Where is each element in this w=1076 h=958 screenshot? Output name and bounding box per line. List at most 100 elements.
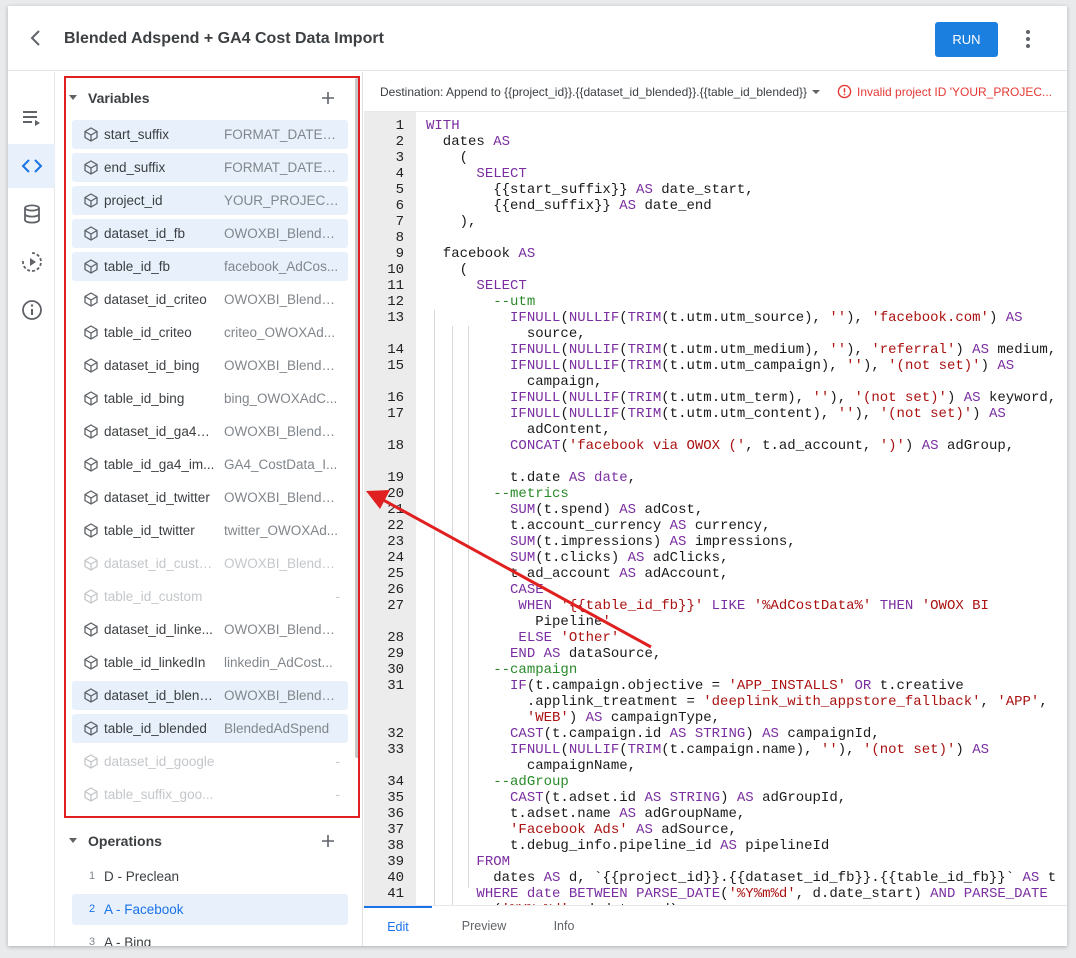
- code-line: source,: [426, 326, 586, 342]
- code-line: dates AS d, `{{project_id}}.{{dataset_id…: [426, 870, 1057, 886]
- line-number: 28: [387, 630, 404, 646]
- schedule-icon: [21, 252, 42, 272]
- code-editor[interactable]: 1 WITH 2 dates AS 3 (4 SELECT 5 {{start_suff…: [364, 112, 1067, 905]
- line-number: 20: [387, 486, 404, 502]
- variable-name: dataset_id_blend...: [104, 688, 216, 703]
- variable-value: OWOXBI_Blende...: [224, 424, 340, 439]
- code-line: t.adset.name AS adGroupName,: [426, 806, 746, 822]
- variable-name: table_id_ga4_im...: [104, 457, 215, 472]
- variable-row[interactable]: start_suffix FORMAT_DATE('...: [72, 120, 348, 149]
- variable-value: OWOXBI_Blende...: [224, 556, 340, 571]
- code-line: --adGroup: [426, 774, 569, 790]
- variable-row[interactable]: dataset_id_linke... OWOXBI_Blende...: [72, 615, 348, 644]
- variable-name: dataset_id_bing: [104, 358, 200, 373]
- code-line: --campaign: [426, 662, 578, 678]
- variable-value: BlendedAdSpend: [224, 721, 330, 736]
- code-line: CAST(t.campaign.id AS STRING) AS campaig…: [510, 726, 880, 742]
- variable-value: YOUR_PROJECT...: [224, 193, 340, 208]
- code-line: WHEN '{{table_id_fb}}' LIKE '%AdCostData…: [518, 598, 989, 614]
- variable-row[interactable]: table_suffix_goo... -: [72, 780, 348, 809]
- line-number: 24: [387, 550, 404, 566]
- variable-value: OWOXBI_Blende...: [224, 226, 340, 241]
- code-line: SUM(t.impressions) AS impressions,: [510, 534, 796, 550]
- variable-row[interactable]: dataset_id_twitter OWOXBI_Blende...: [72, 483, 348, 512]
- variables-section-header[interactable]: Variables: [56, 82, 362, 114]
- variable-row[interactable]: table_id_blended BlendedAdSpend: [72, 714, 348, 743]
- variable-cube-icon: [84, 721, 98, 736]
- variable-row[interactable]: table_id_ga4_im... GA4_CostData_I...: [72, 450, 348, 479]
- variable-row[interactable]: table_id_custom -: [72, 582, 348, 611]
- more-vert-icon[interactable]: [1016, 27, 1040, 51]
- line-number: 13: [387, 310, 404, 326]
- variable-row[interactable]: table_id_criteo criteo_OWOXAd...: [72, 318, 348, 347]
- variable-value: -: [335, 754, 341, 769]
- tab-edit[interactable]: Edit: [364, 906, 432, 946]
- rail-item-database[interactable]: [8, 192, 55, 236]
- variable-name: dataset_id_criteo: [104, 292, 207, 307]
- variable-row[interactable]: dataset_id_blend... OWOXBI_Blende...: [72, 681, 348, 710]
- rail-item-info[interactable]: [8, 288, 55, 332]
- variable-row[interactable]: table_id_bing bing_OWOXAdC...: [72, 384, 348, 413]
- code-line: IF(t.campaign.objective = 'APP_INSTALLS'…: [510, 678, 964, 694]
- variable-row[interactable]: dataset_id_criteo OWOXBI_Blende...: [72, 285, 348, 314]
- variable-cube-icon: [84, 622, 98, 637]
- destination-error: Invalid project ID 'YOUR_PROJEC...: [857, 85, 1053, 99]
- variable-name: table_id_twitter: [104, 523, 195, 538]
- code-line: .applink_treatment = 'deeplink_with_apps…: [426, 694, 1048, 710]
- line-number: 19: [387, 470, 404, 486]
- operation-row[interactable]: 3 A - Bing: [72, 927, 348, 946]
- variable-cube-icon: [84, 325, 98, 340]
- variable-name: table_id_criteo: [104, 325, 192, 340]
- variable-row[interactable]: table_id_linkedIn linkedin_AdCost...: [72, 648, 348, 677]
- line-number: 30: [387, 662, 404, 678]
- rail-item-schedule[interactable]: [8, 240, 55, 284]
- tab-preview[interactable]: Preview: [448, 906, 520, 946]
- line-number: 1: [395, 118, 404, 134]
- variable-row[interactable]: project_id YOUR_PROJECT...: [72, 186, 348, 215]
- variable-name: table_id_bing: [104, 391, 185, 406]
- code-line: CASE: [510, 582, 544, 598]
- variable-row[interactable]: end_suffix FORMAT_DATE('...: [72, 153, 348, 182]
- code-line: IFNULL(NULLIF(TRIM(t.utm.utm_source), ''…: [510, 310, 1023, 326]
- run-button[interactable]: RUN: [935, 22, 998, 57]
- variable-row[interactable]: dataset_id_google -: [72, 747, 348, 776]
- dropdown-caret-icon[interactable]: [811, 89, 821, 95]
- back-arrow-icon[interactable]: [24, 26, 48, 50]
- add-operation-icon[interactable]: [318, 831, 338, 851]
- variable-name: dataset_id_ga4_i...: [104, 424, 216, 439]
- rail-item-code[interactable]: [8, 144, 55, 188]
- variable-cube-icon: [84, 589, 98, 604]
- code-line: WITH: [426, 118, 460, 134]
- operation-row[interactable]: 2 A - Facebook: [72, 894, 348, 925]
- code-line: WHERE date BETWEEN PARSE_DATE('%Y%m%d', …: [476, 886, 1048, 902]
- line-number: 36: [387, 806, 404, 822]
- code-line: --utm: [426, 294, 536, 310]
- variable-cube-icon: [84, 424, 98, 439]
- line-number: 6: [395, 198, 404, 214]
- variable-row[interactable]: table_id_fb facebook_AdCos...: [72, 252, 348, 281]
- variable-name: table_id_fb: [104, 259, 171, 274]
- variable-row[interactable]: table_id_twitter twitter_OWOXAd...: [72, 516, 348, 545]
- line-number: 32: [387, 726, 404, 742]
- variable-cube-icon: [84, 688, 98, 703]
- variable-row[interactable]: dataset_id_custo... OWOXBI_Blende...: [72, 549, 348, 578]
- variable-row[interactable]: dataset_id_bing OWOXBI_Blende...: [72, 351, 348, 380]
- operations-section-header[interactable]: Operations: [56, 825, 362, 857]
- rail-item-list[interactable]: [8, 96, 55, 140]
- code-line: (: [426, 262, 469, 278]
- indent-guide: [452, 326, 453, 905]
- line-number: 40: [387, 870, 404, 886]
- add-variable-icon[interactable]: [318, 88, 338, 108]
- line-number: 18: [387, 438, 404, 454]
- code-line: dates AS: [426, 134, 511, 150]
- line-number: 27: [387, 598, 404, 614]
- code-line: IFNULL(NULLIF(TRIM(t.campaign.name), '')…: [510, 742, 989, 758]
- variable-row[interactable]: dataset_id_fb OWOXBI_Blende...: [72, 219, 348, 248]
- variable-row[interactable]: dataset_id_ga4_i... OWOXBI_Blende...: [72, 417, 348, 446]
- tab-info[interactable]: Info: [534, 906, 594, 946]
- variables-scrollbar[interactable]: [355, 78, 359, 758]
- variable-value: OWOXBI_Blende...: [224, 688, 340, 703]
- operation-row[interactable]: 1 D - Preclean: [72, 861, 348, 892]
- destination-text[interactable]: Destination: Append to {{project_id}}.{{…: [380, 85, 807, 99]
- operation-number: 1: [89, 870, 96, 882]
